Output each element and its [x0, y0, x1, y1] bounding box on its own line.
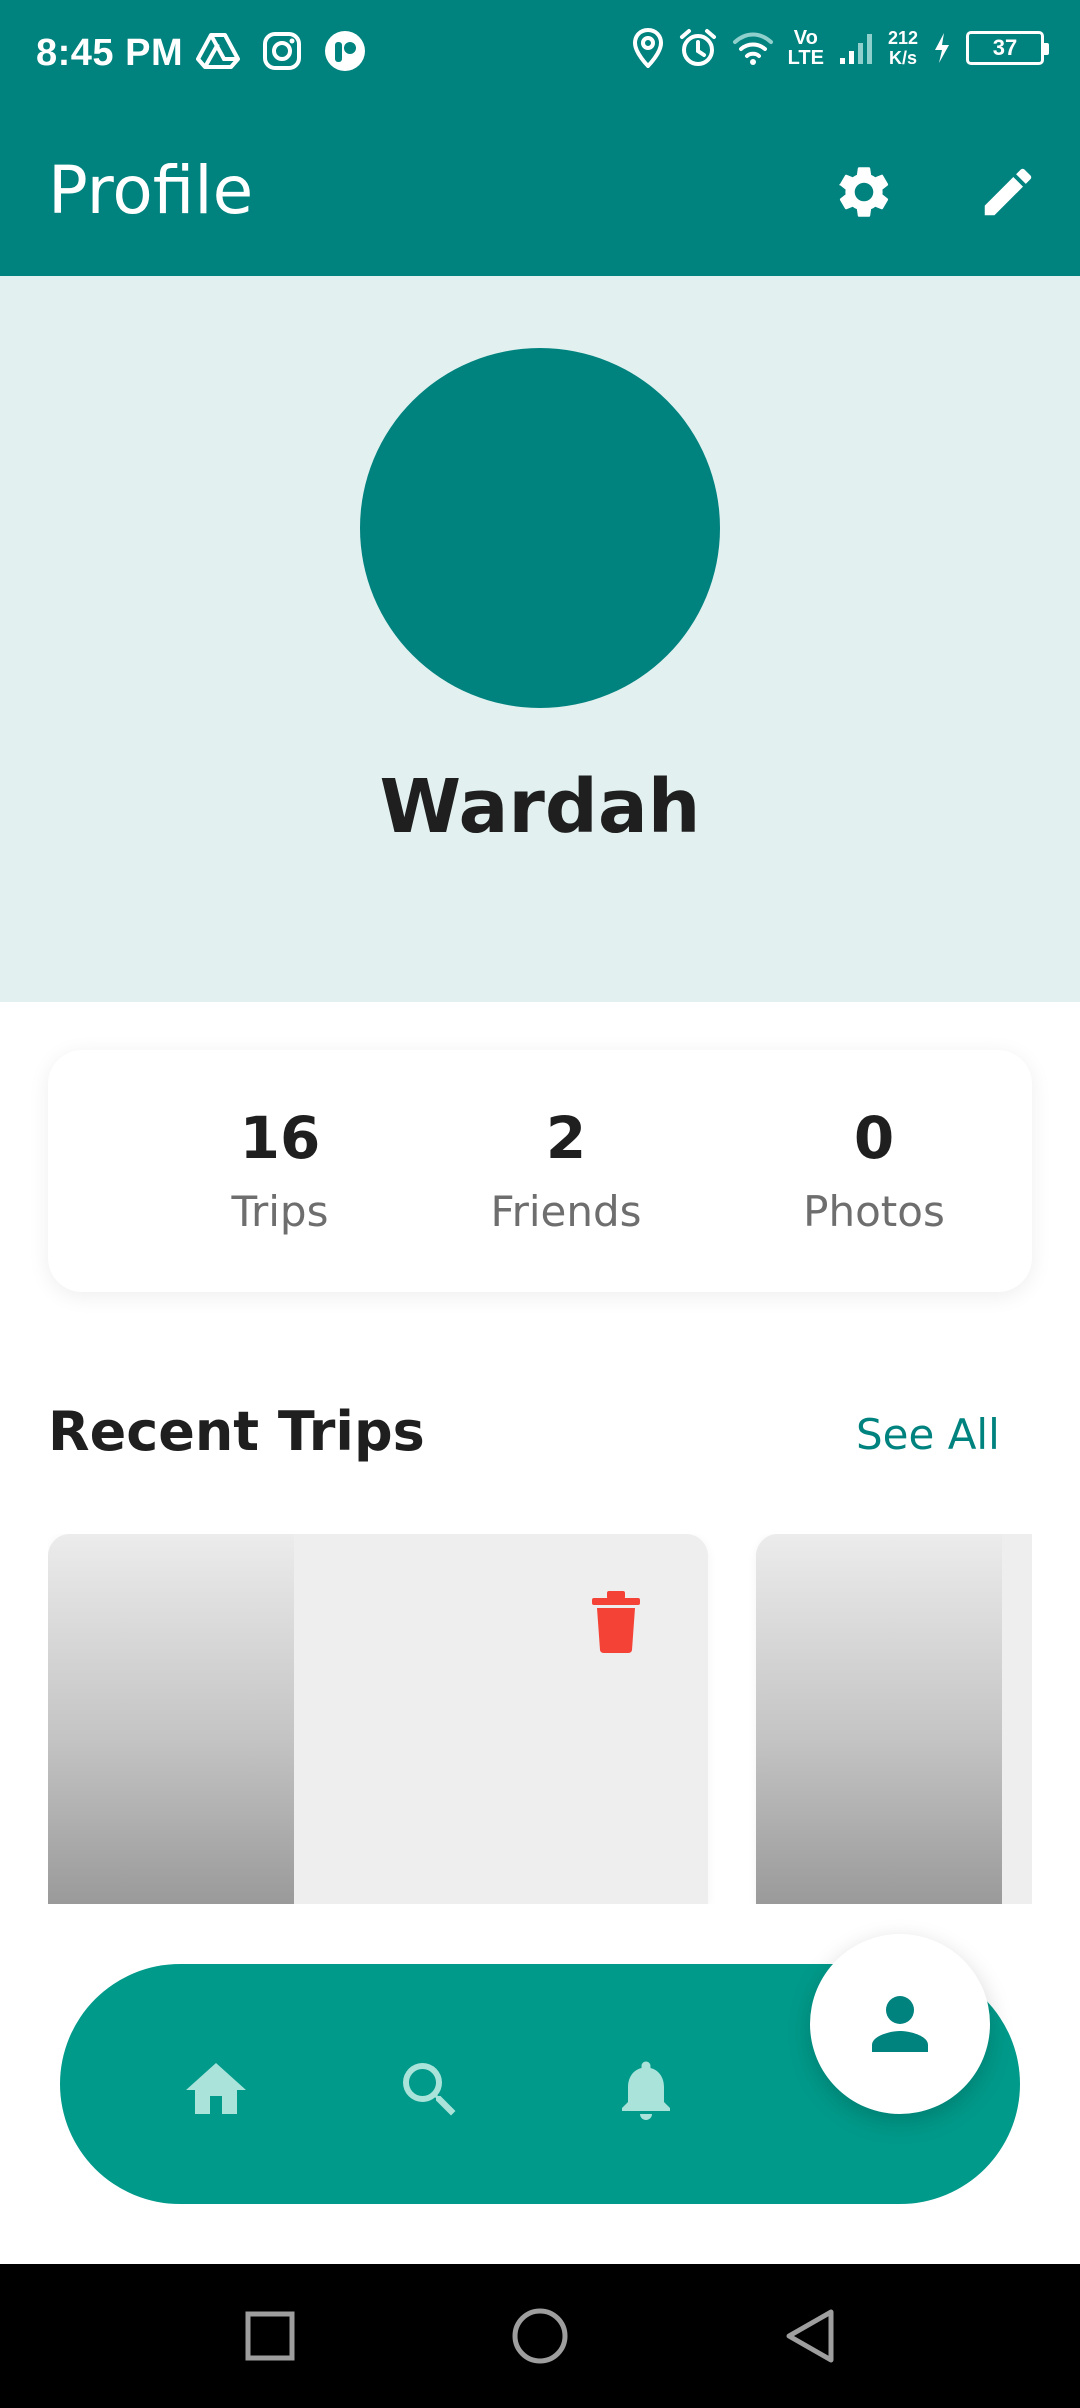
back-icon	[786, 2309, 834, 2363]
search-icon	[403, 2063, 456, 2116]
edit-button[interactable]	[970, 154, 1046, 230]
stat-friends[interactable]: 2 Friends	[436, 1100, 696, 1242]
stat-label: Friends	[490, 1187, 642, 1236]
app-icon	[325, 31, 365, 71]
instagram-icon	[263, 32, 301, 70]
stat-value: 0	[853, 1104, 895, 1172]
profile-icon	[872, 1996, 928, 2052]
home-circle-icon	[512, 2308, 568, 2364]
notifications-icon	[622, 2061, 670, 2120]
settings-button[interactable]	[826, 154, 902, 230]
stat-label: Trips	[231, 1187, 329, 1236]
charging-icon	[935, 33, 949, 63]
recent-trips-list[interactable]	[48, 1534, 1032, 1904]
location-icon	[632, 28, 663, 68]
trip-image	[756, 1534, 1002, 1904]
drive-icon	[196, 33, 240, 69]
page-title: Profile	[48, 152, 254, 229]
edit-icon	[984, 168, 1032, 216]
system-back-button[interactable]	[776, 2302, 844, 2370]
trip-image	[48, 1534, 294, 1904]
profile-screen: 8:45 PM Vo LTE 212 K/s 37 Profile Wardah…	[0, 0, 1080, 2408]
signal-icon	[839, 34, 872, 64]
nav-notifications[interactable]	[606, 2050, 686, 2130]
system-home-button[interactable]	[506, 2302, 574, 2370]
settings-icon	[839, 167, 889, 217]
recents-icon	[245, 2311, 295, 2361]
system-navigation-bar	[0, 2264, 1080, 2408]
profile-name: Wardah	[379, 764, 701, 850]
status-time: 8:45 PM	[36, 32, 184, 74]
alarm-icon	[679, 29, 716, 66]
stats-card: 16 Trips 2 Friends 0 Photos	[48, 1050, 1032, 1292]
recent-trips-title: Recent Trips	[48, 1400, 425, 1463]
system-recents-button[interactable]	[236, 2302, 304, 2370]
app-bar: Profile	[0, 108, 1080, 276]
wifi-icon	[732, 32, 773, 65]
trash-icon	[592, 1591, 640, 1653]
status-right-icons: Vo LTE 212 K/s 37	[632, 28, 1049, 68]
battery-indicator: 37	[966, 31, 1049, 65]
trip-card[interactable]	[756, 1534, 1032, 1904]
status-bar: 8:45 PM Vo LTE 212 K/s 37	[0, 0, 1080, 108]
avatar[interactable]	[360, 348, 720, 708]
net-speed: 212 K/s	[888, 28, 918, 68]
volte-bottom: LTE	[787, 47, 824, 69]
trip-card[interactable]	[48, 1534, 708, 1904]
stat-photos[interactable]: 0 Photos	[744, 1100, 1004, 1242]
stat-value: 2	[545, 1104, 587, 1172]
delete-trip-button[interactable]	[588, 1590, 644, 1654]
stat-label: Photos	[803, 1187, 945, 1236]
see-all-link[interactable]: See All	[856, 1410, 1000, 1459]
status-left-icons	[196, 30, 366, 72]
stat-value: 16	[239, 1104, 321, 1172]
volte-indicator: Vo LTE	[788, 28, 824, 68]
nav-search[interactable]	[390, 2050, 470, 2130]
net-speed-value: 212	[887, 28, 918, 48]
home-icon	[186, 2063, 246, 2114]
volte-top: Vo	[793, 27, 818, 49]
nav-home[interactable]	[176, 2050, 256, 2130]
nav-profile[interactable]	[810, 1934, 990, 2114]
profile-header: Wardah	[0, 276, 1080, 1002]
stat-trips[interactable]: 16 Trips	[150, 1100, 410, 1242]
net-speed-unit: K/s	[888, 48, 917, 68]
